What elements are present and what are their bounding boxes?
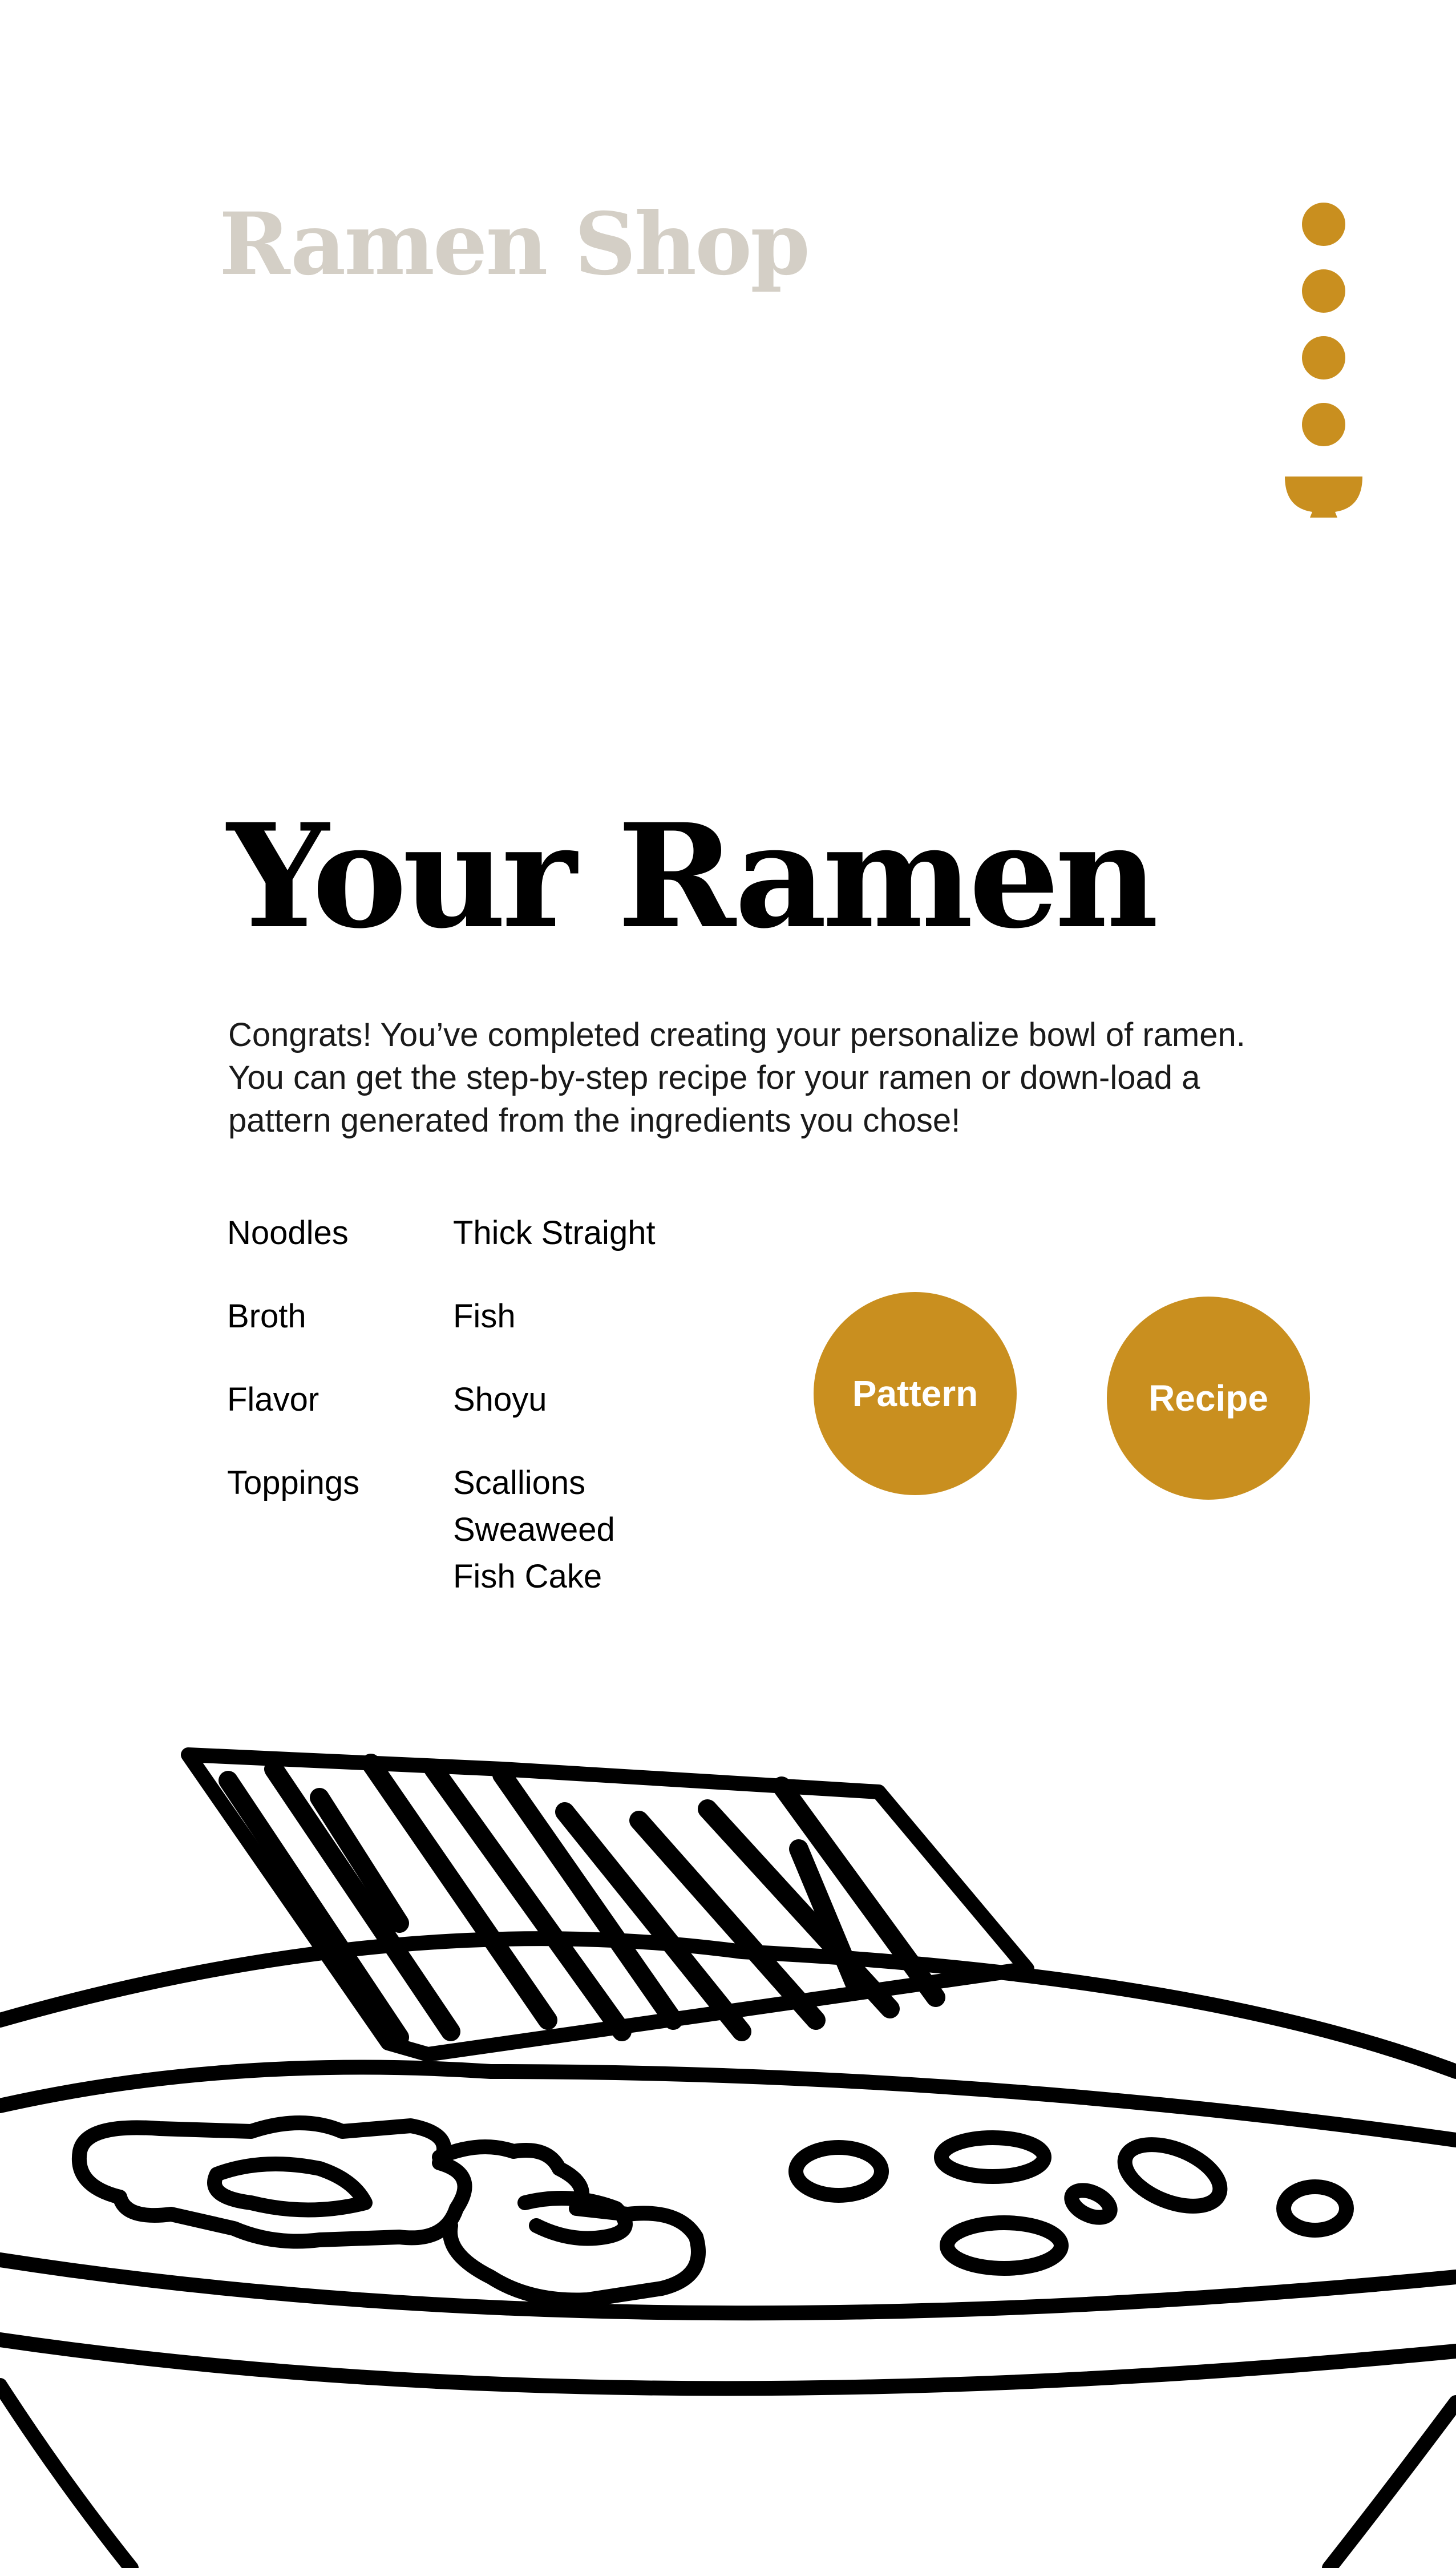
pattern-button[interactable]: Pattern bbox=[814, 1292, 1017, 1495]
summary-value: Sweaweed bbox=[453, 1511, 615, 1548]
progress-dot-icon bbox=[1302, 269, 1345, 313]
summary-row-noodles: Noodles Thick Straight bbox=[227, 1210, 656, 1257]
logo[interactable]: Ramen Shop bbox=[219, 194, 810, 294]
progress-indicator bbox=[1285, 203, 1365, 522]
intro-text: Congrats! You’ve completed creating your… bbox=[228, 1016, 1245, 1139]
summary-value: Fish bbox=[453, 1298, 516, 1335]
summary-label: Noodles bbox=[227, 1214, 349, 1251]
summary-row-toppings: Toppings Scallions Sweaweed Fish Cake bbox=[227, 1460, 656, 1600]
summary-label: Flavor bbox=[227, 1381, 319, 1418]
ramen-bowl-illustration bbox=[0, 1747, 1456, 2568]
summary-value: Scallions bbox=[453, 1464, 586, 1501]
progress-dot-icon bbox=[1302, 403, 1345, 446]
bowl-icon bbox=[1285, 477, 1362, 518]
progress-dot-icon bbox=[1302, 203, 1345, 246]
progress-dot-icon bbox=[1302, 336, 1345, 379]
summary-row-broth: Broth Fish bbox=[227, 1293, 656, 1340]
summary-value: Shoyu bbox=[453, 1381, 547, 1418]
ramen-summary: Noodles Thick Straight Broth Fish Flavor… bbox=[227, 1210, 656, 1637]
recipe-button[interactable]: Recipe bbox=[1107, 1297, 1310, 1500]
summary-row-flavor: Flavor Shoyu bbox=[227, 1376, 656, 1423]
page-title: Your Ramen bbox=[227, 792, 1159, 960]
summary-label: Broth bbox=[227, 1298, 306, 1335]
summary-label: Toppings bbox=[227, 1464, 360, 1501]
summary-value: Fish Cake bbox=[453, 1558, 602, 1595]
summary-value: Thick Straight bbox=[453, 1214, 656, 1251]
